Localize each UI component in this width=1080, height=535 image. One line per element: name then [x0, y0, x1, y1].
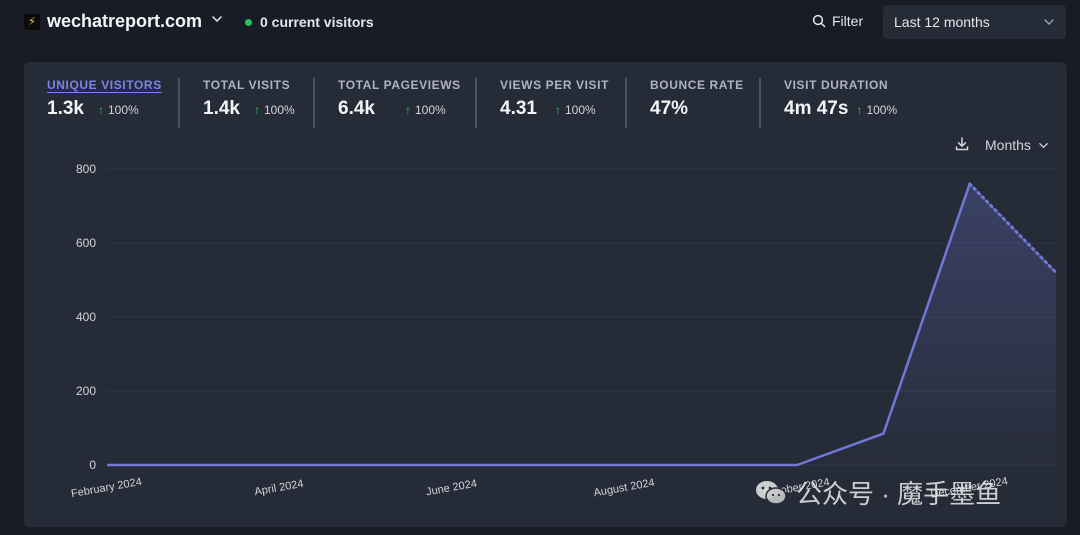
y-tick-label: 400 — [76, 310, 96, 324]
y-tick-label: 0 — [89, 458, 96, 472]
x-tick-label: April 2024 — [254, 478, 305, 498]
x-tick-label: February 2024 — [70, 476, 143, 500]
series-point — [451, 464, 453, 466]
visitors-line-chart[interactable]: 0 200 400 600 800 February 2024 April 2024 June… — [0, 0, 1080, 535]
series-point — [969, 183, 971, 185]
wechat-logo-icon — [756, 480, 787, 505]
series-area — [107, 183, 1056, 466]
series-point — [796, 464, 798, 466]
watermark-text: 公众号 · 魔手墨鱼 — [796, 479, 1002, 509]
series-point — [279, 464, 281, 466]
y-tick-label: 200 — [76, 384, 96, 398]
series-point — [537, 464, 539, 466]
series-point — [365, 464, 367, 466]
series-point — [624, 464, 626, 466]
series-point — [106, 464, 108, 466]
series-point — [192, 464, 194, 466]
y-tick-label: 800 — [76, 162, 96, 176]
series-point — [1055, 272, 1057, 274]
x-tick-label: August 2024 — [593, 477, 656, 500]
y-tick-label: 600 — [76, 236, 96, 250]
x-tick-label: June 2024 — [425, 478, 478, 499]
series-point — [882, 433, 884, 435]
series-line — [107, 183, 971, 467]
watermark: 公众号 · 魔手墨鱼 — [754, 474, 1001, 511]
series-point — [710, 464, 712, 466]
